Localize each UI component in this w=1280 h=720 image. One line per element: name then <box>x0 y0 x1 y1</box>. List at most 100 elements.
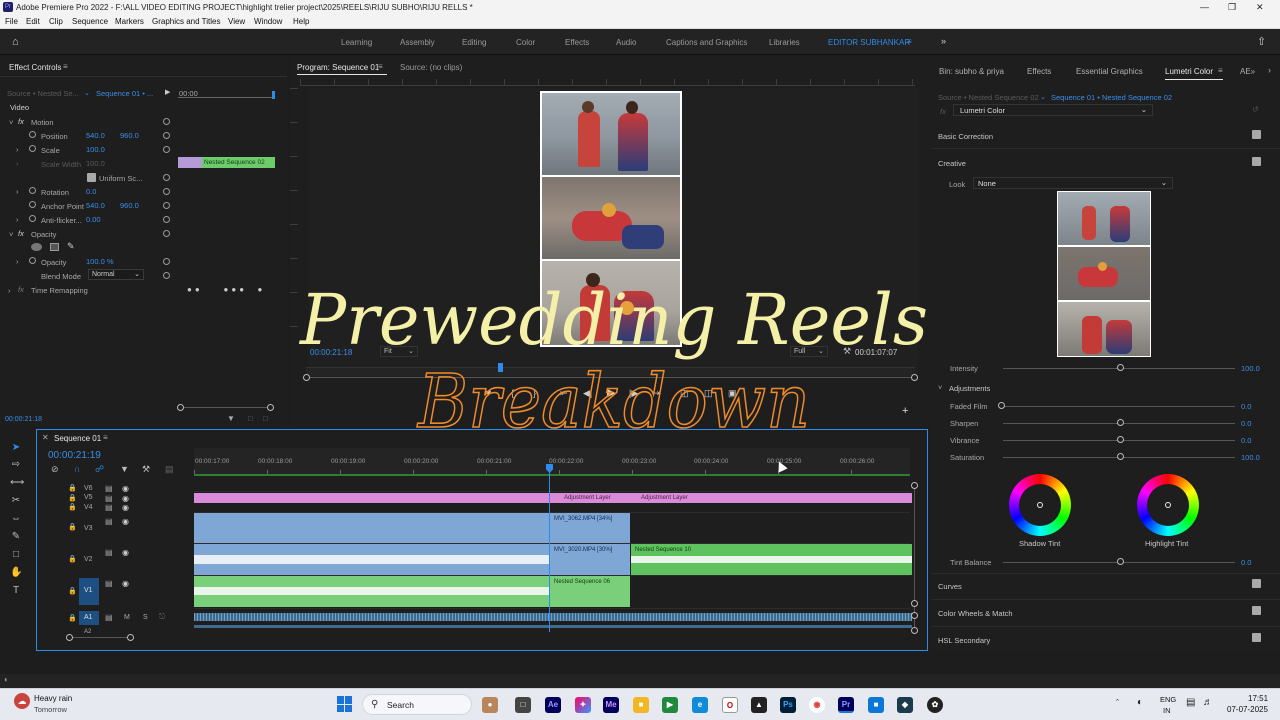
sharpen-knob[interactable] <box>1117 419 1124 426</box>
chevron-down-icon[interactable]: ⌄ <box>1040 93 1046 101</box>
timeline-zoom-bar[interactable] <box>69 637 129 638</box>
menu-markers[interactable]: Markers <box>115 17 144 26</box>
mic-icon[interactable]: ⎋ <box>159 612 165 622</box>
stopwatch-icon[interactable] <box>29 257 36 264</box>
position-y-value[interactable]: 960.0 <box>120 131 139 140</box>
copilot-icon[interactable]: ✦ <box>575 697 591 713</box>
basic-correction-header[interactable]: Basic Correction <box>938 132 993 141</box>
filter-icon[interactable]: ▼ <box>227 414 235 423</box>
expand-icon[interactable]: › <box>16 215 19 224</box>
workspace-color[interactable]: Color <box>516 38 535 47</box>
workspace-audio[interactable]: Audio <box>616 38 636 47</box>
media-player-icon[interactable]: ▶ <box>662 697 678 713</box>
zoom-knob[interactable] <box>127 634 134 641</box>
zoom-knob[interactable] <box>177 404 184 411</box>
eye-icon[interactable]: ◉ <box>122 579 129 588</box>
davinci-icon[interactable]: ✿ <box>927 697 943 713</box>
adjustment-layer-clip[interactable]: Adjustment Layer <box>637 493 911 503</box>
sync-lock-icon[interactable]: ▤ <box>105 613 113 622</box>
more-workspaces-icon[interactable]: » <box>941 36 946 46</box>
panel-menu-icon[interactable]: ≡ <box>103 433 108 442</box>
close-icon[interactable]: ✕ <box>42 433 49 442</box>
nest-icon[interactable]: ⊘ <box>51 464 59 475</box>
look-dropdown[interactable]: None ⌄ <box>973 177 1173 189</box>
work-area-bar[interactable] <box>194 474 910 476</box>
scroll-knob[interactable] <box>911 600 918 607</box>
pen-mask-icon[interactable]: ✎ <box>67 241 75 252</box>
ec-current-time[interactable]: 00:00:21:18 <box>5 416 42 423</box>
tray-app-icon[interactable]: ◐ <box>1137 697 1143 708</box>
reset-icon[interactable] <box>163 118 170 125</box>
extract-icon[interactable]: ◫ <box>704 388 713 399</box>
zoom-knob[interactable] <box>66 634 73 641</box>
a2-audio-strip[interactable] <box>194 625 912 628</box>
step-forward-icon[interactable]: |▶ <box>629 388 638 399</box>
adobe-me-icon[interactable]: Me <box>603 697 619 713</box>
stopwatch-icon[interactable] <box>29 145 36 152</box>
step-back-icon[interactable]: ◀| <box>583 388 592 399</box>
reset-icon[interactable] <box>163 230 170 237</box>
razor-tool-icon[interactable]: ✂ <box>10 495 22 507</box>
eye-icon[interactable]: ◉ <box>122 517 129 526</box>
curves-header[interactable]: Curves <box>938 582 962 591</box>
mark-out-icon[interactable]: } <box>533 388 536 398</box>
v3-clip[interactable]: MVI_3062.MP4 [34%] <box>550 513 630 543</box>
playhead[interactable] <box>498 363 503 372</box>
mini-clip-nested[interactable]: Nested Sequence 02 <box>202 157 275 168</box>
hsl-checkbox[interactable] <box>1252 633 1261 642</box>
antiflicker-value[interactable]: 0.00 <box>86 215 101 224</box>
workspace-learning[interactable]: Learning <box>341 38 372 47</box>
workspace-libraries[interactable]: Libraries <box>769 38 800 47</box>
intensity-value[interactable]: 100.0 <box>1241 364 1260 373</box>
file-explorer-icon[interactable]: ■ <box>633 697 649 713</box>
wrench-icon[interactable]: ⚒ <box>142 464 150 475</box>
button-editor-plus-icon[interactable]: + <box>902 405 908 417</box>
chevron-down-icon[interactable]: ⌄ <box>84 89 90 97</box>
expand-icon[interactable]: › <box>16 145 19 154</box>
panel-menu-icon[interactable]: ≡ <box>63 62 68 71</box>
workspace-editing[interactable]: Editing <box>462 38 486 47</box>
mark-in-icon[interactable]: { <box>511 388 514 398</box>
v1-clip-nested[interactable]: Nested Sequence 06 <box>550 576 630 607</box>
lift-icon[interactable]: ◫ <box>680 388 689 399</box>
reset-icon[interactable] <box>163 216 170 223</box>
sharpen-value[interactable]: 0.0 <box>1241 419 1251 428</box>
selection-tool-icon[interactable]: ➤ <box>10 442 22 454</box>
adjustments-header[interactable]: Adjustments <box>949 384 990 393</box>
menu-clip[interactable]: Clip <box>49 17 63 26</box>
mute-button[interactable]: M <box>124 614 130 621</box>
go-to-out-icon[interactable]: ⇥ <box>653 388 661 399</box>
eye-icon[interactable]: ◉ <box>122 484 129 493</box>
tab-lumetri-color[interactable]: Lumetri Color <box>1165 67 1213 76</box>
intensity-knob[interactable] <box>1117 364 1124 371</box>
lock-icon[interactable]: 🔒 <box>68 614 77 624</box>
color-wheels-checkbox[interactable] <box>1252 606 1261 615</box>
vibrance-value[interactable]: 0.0 <box>1241 436 1251 445</box>
slip-tool-icon[interactable]: ⇔ <box>10 513 22 525</box>
office-icon[interactable]: O <box>722 697 738 713</box>
workspace-assembly[interactable]: Assembly <box>400 38 435 47</box>
premiere-taskbar-icon[interactable]: Pr <box>838 697 854 713</box>
tab-ae-overflow[interactable]: AE» <box>1240 67 1255 76</box>
sync-lock-icon[interactable]: ▤ <box>105 517 113 526</box>
weather-title[interactable]: Heavy rain <box>34 694 72 703</box>
menu-edit[interactable]: Edit <box>26 17 40 26</box>
opacity-value[interactable]: 100.0 % <box>86 257 114 266</box>
fx-icon[interactable]: fx <box>940 107 946 116</box>
track-select-tool-icon[interactable]: ⇨ <box>10 459 22 471</box>
language-label[interactable]: ENG <box>1160 695 1176 704</box>
timeline-tab[interactable]: Sequence 01 <box>54 434 101 443</box>
lock-icon[interactable]: 🔒 <box>68 555 77 565</box>
add-marker-icon[interactable]: ▼ <box>484 388 493 398</box>
adjustment-layer-clip[interactable]: Adjustment Layer <box>560 493 632 503</box>
app-icon[interactable]: ◆ <box>897 697 913 713</box>
snap-icon[interactable]: ∩ <box>74 464 80 474</box>
expand-icon[interactable]: › <box>16 257 19 266</box>
hsl-secondary-header[interactable]: HSL Secondary <box>938 636 990 645</box>
taskbar-file-icon[interactable]: □ <box>515 697 531 713</box>
ellipse-mask-icon[interactable] <box>31 243 42 251</box>
menu-view[interactable]: View <box>228 17 245 26</box>
reset-icon[interactable] <box>163 132 170 139</box>
workspace-captions[interactable]: Captions and Graphics <box>666 38 747 47</box>
program-timecode[interactable]: 00:00:21:18 <box>310 348 352 357</box>
